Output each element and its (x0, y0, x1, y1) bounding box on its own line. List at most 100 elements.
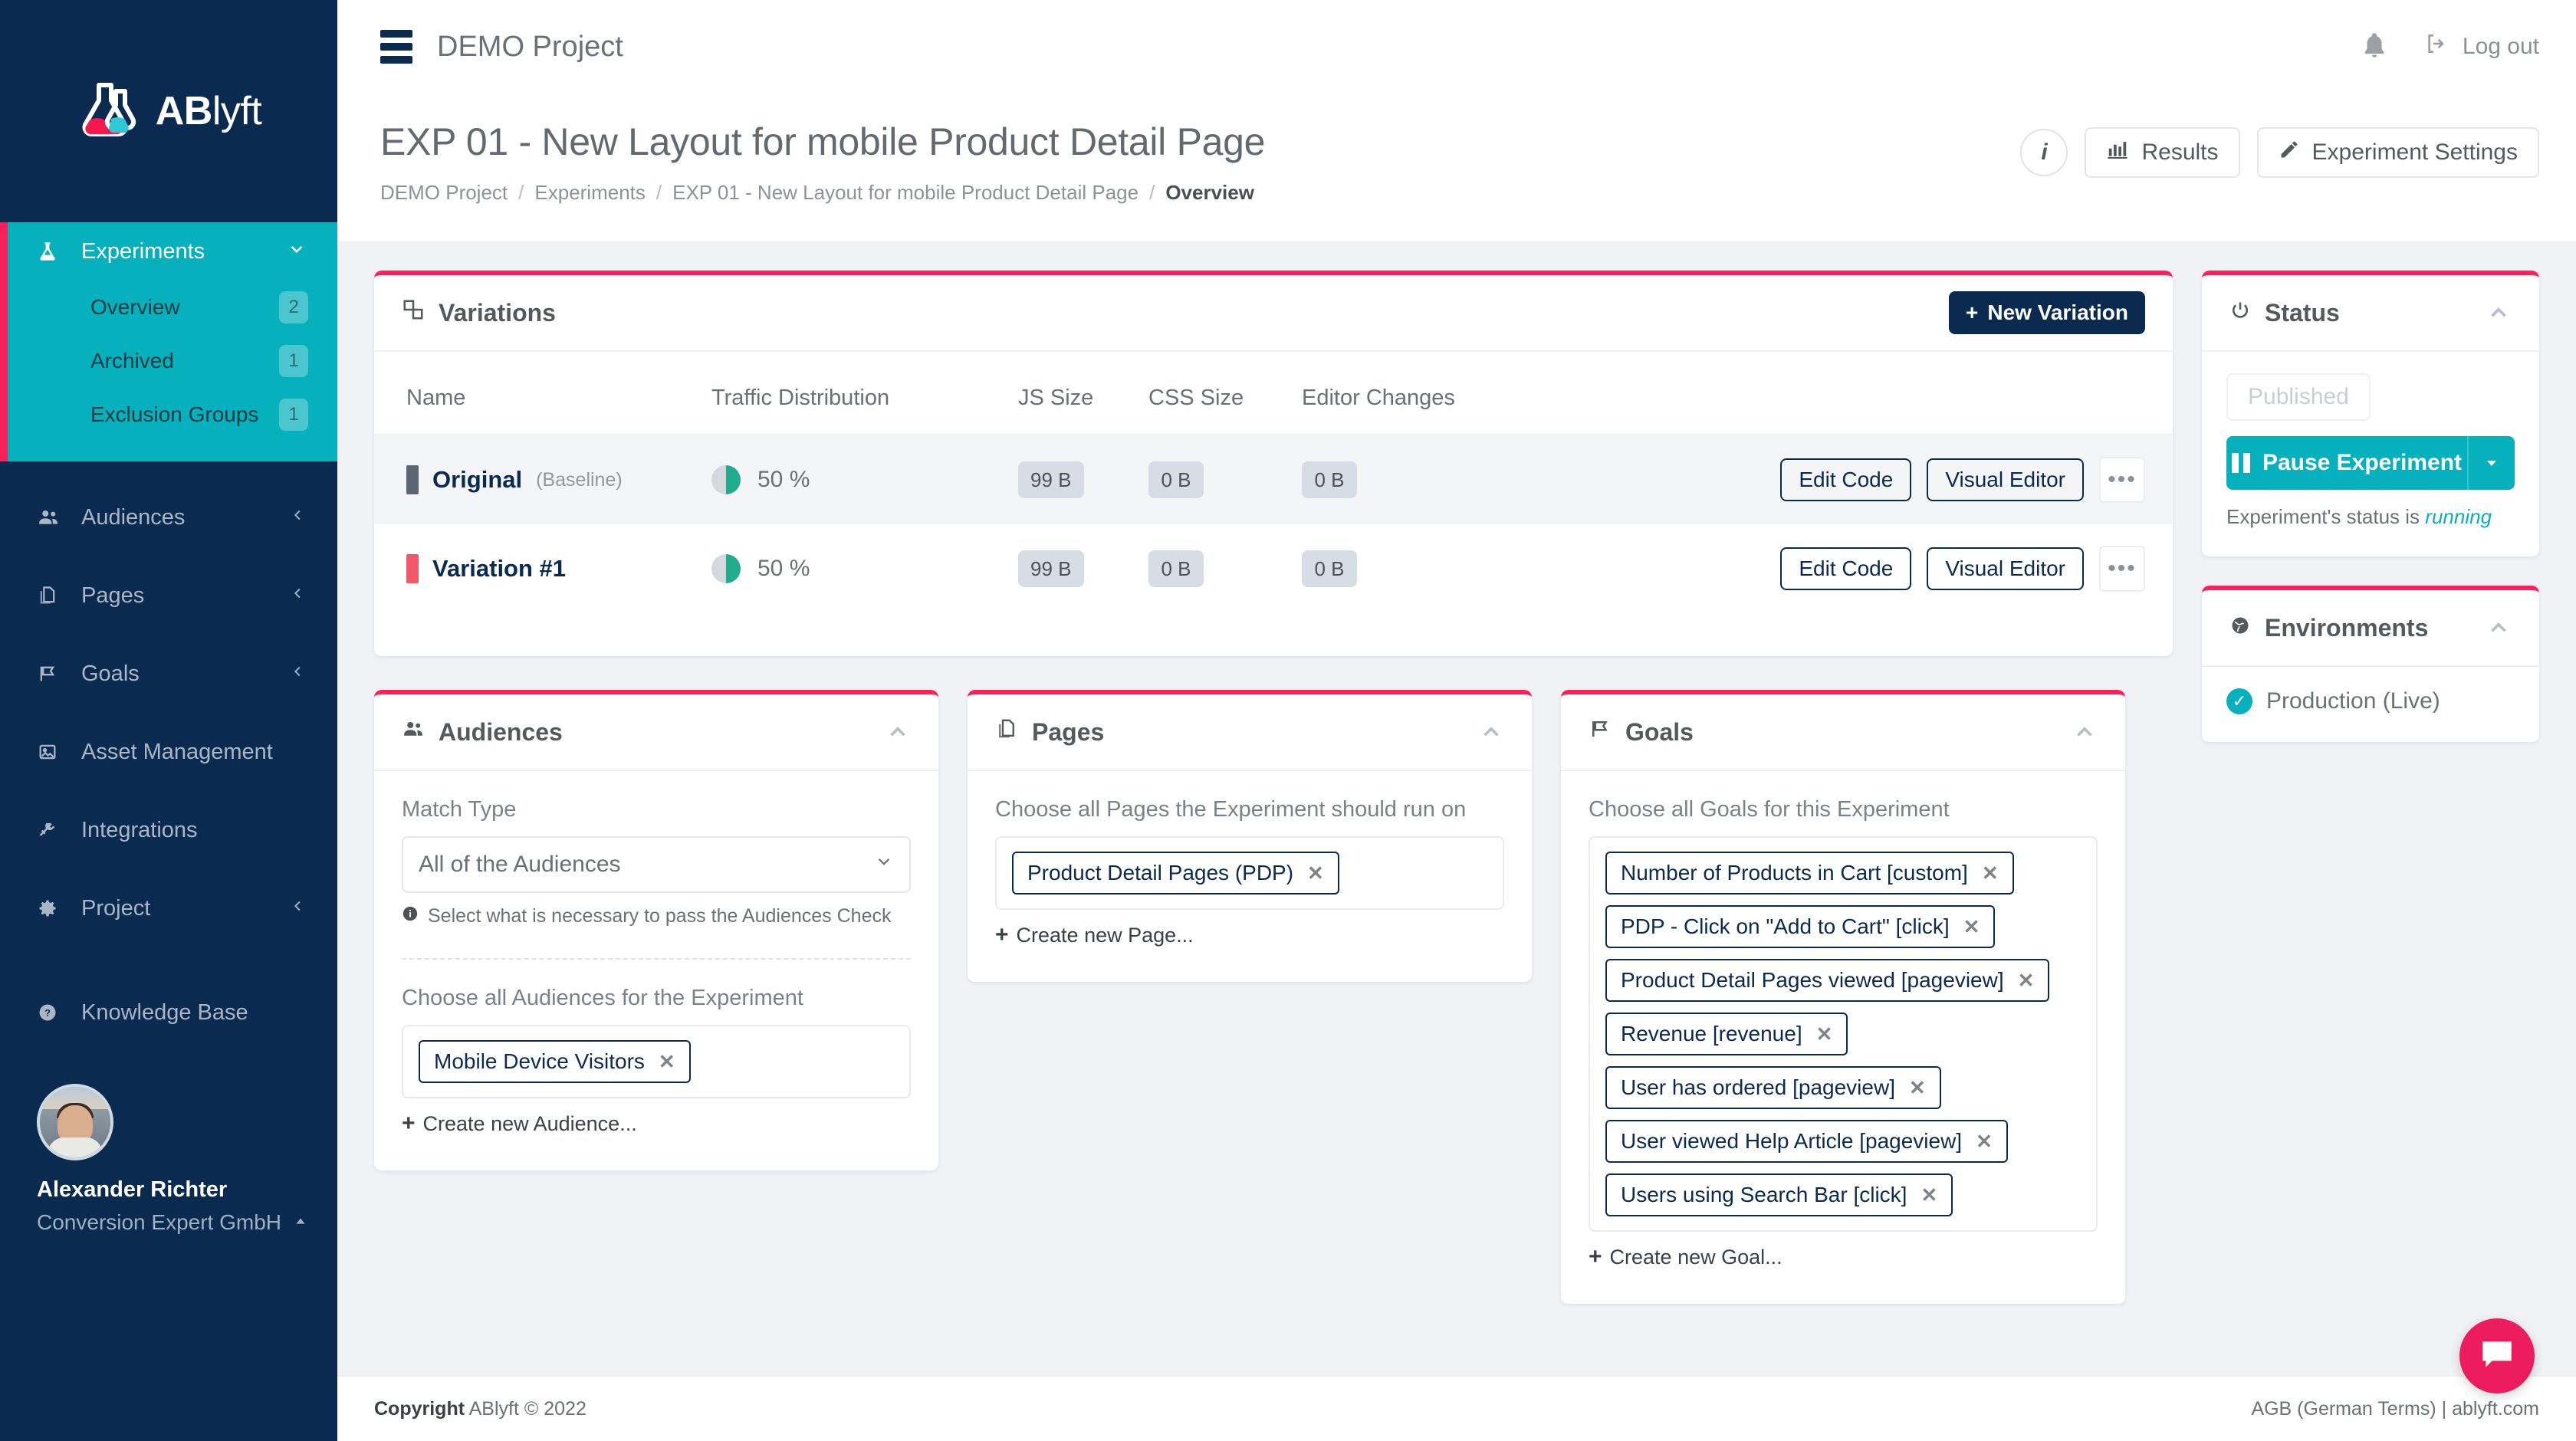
remove-icon[interactable]: ✕ (659, 1050, 675, 1074)
choose-goals-label: Choose all Goals for this Experiment (1589, 797, 1950, 822)
bell-icon[interactable] (2360, 31, 2389, 64)
chat-widget-button[interactable] (2459, 1318, 2535, 1393)
sidebar-item-integrations[interactable]: Integrations (0, 791, 337, 869)
remove-icon[interactable]: ✕ (1976, 1130, 1993, 1154)
traffic-value: 50 % (757, 467, 810, 492)
create-new-page-link[interactable]: + Create new Page... (995, 922, 1504, 948)
chevron-up-icon[interactable] (2486, 615, 2512, 641)
info-button[interactable]: i (2020, 129, 2068, 176)
match-type-select[interactable]: All of the Audiences (402, 836, 911, 893)
edit-code-button[interactable]: Edit Code (1780, 458, 1912, 501)
match-type-value: All of the Audiences (419, 852, 621, 877)
sidebar-item-knowledge-base[interactable]: ? Knowledge Base (0, 973, 337, 1052)
status-card: Status Published Pause Experiment Experi… (2202, 271, 2539, 556)
create-new-audience-link[interactable]: + Create new Audience... (402, 1111, 911, 1137)
environment-item-production[interactable]: ✓ Production (Live) (2226, 688, 2515, 714)
experiment-settings-button[interactable]: Experiment Settings (2256, 127, 2539, 178)
footer-copyright: Copyright ABlyft © 2022 (374, 1398, 586, 1420)
goal-tag[interactable]: User viewed Help Article [pageview] ✕ (1605, 1120, 2008, 1163)
chevron-left-icon[interactable] (290, 663, 307, 684)
results-button[interactable]: Results (2085, 127, 2240, 178)
brand-logo[interactable]: ABlyft (0, 0, 337, 222)
remove-icon[interactable]: ✕ (2018, 969, 2035, 993)
goal-tag[interactable]: Number of Products in Cart [custom] ✕ (1605, 852, 2014, 894)
breadcrumb-item[interactable]: EXP 01 - New Layout for mobile Product D… (672, 181, 1138, 205)
goal-tag[interactable]: Users using Search Bar [click] ✕ (1605, 1173, 1953, 1216)
chevron-up-icon[interactable] (1478, 719, 1504, 745)
sidebar-item-label: Knowledge Base (81, 1000, 248, 1025)
goal-tag[interactable]: Revenue [revenue] ✕ (1605, 1013, 1848, 1055)
table-spacer-row (374, 613, 2173, 656)
ablyft-flask-logo-icon (76, 80, 142, 142)
sidebar-item-pages[interactable]: Pages (0, 556, 337, 635)
editor-changes-chip: 0 B (1302, 550, 1357, 587)
sidebar-item-label: Experiments (81, 238, 205, 264)
chevron-up-icon[interactable] (885, 719, 911, 745)
pause-dropdown-caret-icon[interactable] (2467, 436, 2515, 490)
goals-tag-area[interactable]: Number of Products in Cart [custom] ✕ PD… (1589, 836, 2098, 1232)
goals-card: Goals Choose all Goals for this Experime… (1561, 690, 2125, 1304)
sidebar-item-exclusion-groups[interactable]: Exclusion Groups 1 (8, 388, 337, 441)
remove-icon[interactable]: ✕ (1307, 862, 1324, 885)
sidebar-user-profile[interactable]: Alexander Richter Conversion Expert GmbH (0, 1084, 337, 1235)
gear-icon (37, 898, 66, 919)
page-tag[interactable]: Product Detail Pages (PDP) ✕ (1012, 852, 1339, 894)
chevron-left-icon[interactable] (290, 898, 307, 919)
variation-color-swatch (406, 465, 419, 494)
new-variation-button[interactable]: + New Variation (1949, 291, 2145, 334)
pages-title: Pages (1032, 717, 1105, 746)
breadcrumb-item[interactable]: DEMO Project (380, 181, 508, 205)
audience-tag-label: Mobile Device Visitors (434, 1049, 645, 1073)
variations-table: Name Traffic Distribution JS Size CSS Si… (374, 352, 2173, 656)
breadcrumb-item[interactable]: Experiments (534, 181, 646, 205)
goal-tag[interactable]: User has ordered [pageview] ✕ (1605, 1066, 1941, 1109)
row-more-options-icon[interactable]: ••• (2099, 457, 2145, 503)
sidebar-item-project[interactable]: Project (0, 869, 337, 947)
sidebar-item-goals[interactable]: Goals (0, 635, 337, 713)
chevron-down-icon[interactable] (287, 239, 307, 264)
sidebar-item-overview[interactable]: Overview 2 (8, 281, 337, 334)
column-header-editor-changes: Editor Changes (1302, 352, 1532, 435)
sidebar-item-archived[interactable]: Archived 1 (8, 334, 337, 388)
goal-tag-label: Product Detail Pages viewed [pageview] (1621, 968, 2004, 992)
goals-title: Goals (1625, 717, 1694, 746)
remove-icon[interactable]: ✕ (1963, 915, 1980, 939)
visual-editor-button[interactable]: Visual Editor (1927, 458, 2084, 501)
logout-button[interactable]: Log out (2424, 31, 2539, 62)
goal-tag-label: Users using Search Bar [click] (1621, 1183, 1907, 1206)
visual-editor-button[interactable]: Visual Editor (1927, 547, 2084, 590)
remove-icon[interactable]: ✕ (1909, 1076, 1926, 1100)
chevron-up-icon[interactable] (2072, 719, 2098, 745)
pause-experiment-button[interactable]: Pause Experiment (2226, 436, 2467, 490)
sidebar-item-label: Project (81, 895, 151, 921)
plus-icon: + (1966, 300, 1979, 324)
remove-icon[interactable]: ✕ (1982, 862, 1999, 885)
sidebar-item-asset-management[interactable]: Asset Management (0, 713, 337, 791)
chevron-left-icon[interactable] (290, 585, 307, 606)
audience-tag[interactable]: Mobile Device Visitors ✕ (419, 1040, 691, 1083)
sidebar-item-audiences[interactable]: Audiences (0, 478, 337, 556)
table-row[interactable]: Original (Baseline) 50 % 99 B 0 B 0 B Ed… (374, 435, 2173, 524)
table-row[interactable]: Variation #1 50 % 99 B 0 B 0 B Edit Code… (374, 524, 2173, 613)
pages-tag-area[interactable]: Product Detail Pages (PDP) ✕ (995, 836, 1504, 910)
remove-icon[interactable]: ✕ (1921, 1183, 1937, 1207)
chevron-left-icon[interactable] (290, 507, 307, 528)
create-new-goal-link[interactable]: + Create new Goal... (1589, 1244, 2098, 1270)
edit-code-button[interactable]: Edit Code (1780, 547, 1912, 590)
match-type-label: Match Type (402, 797, 517, 822)
audiences-tag-area[interactable]: Mobile Device Visitors ✕ (402, 1025, 911, 1098)
hamburger-icon[interactable] (380, 30, 412, 64)
footer-links[interactable]: AGB (German Terms) | ablyft.com (2251, 1398, 2539, 1420)
sidebar-item-experiments[interactable]: Experiments (8, 222, 337, 281)
chevron-up-icon[interactable] (2486, 300, 2512, 326)
status-note-prefix: Experiment's status is (2226, 505, 2420, 528)
remove-icon[interactable]: ✕ (1816, 1022, 1833, 1046)
logout-label: Log out (2462, 34, 2539, 59)
flag-icon (1589, 717, 1612, 747)
user-organization[interactable]: Conversion Expert GmbH (37, 1210, 337, 1235)
goal-tag[interactable]: Product Detail Pages viewed [pageview] ✕ (1605, 959, 2050, 1002)
goal-tag[interactable]: PDP - Click on "Add to Cart" [click] ✕ (1605, 905, 1996, 948)
pages-icon (37, 585, 66, 606)
row-more-options-icon[interactable]: ••• (2099, 546, 2145, 592)
traffic-pie-icon (711, 465, 741, 494)
